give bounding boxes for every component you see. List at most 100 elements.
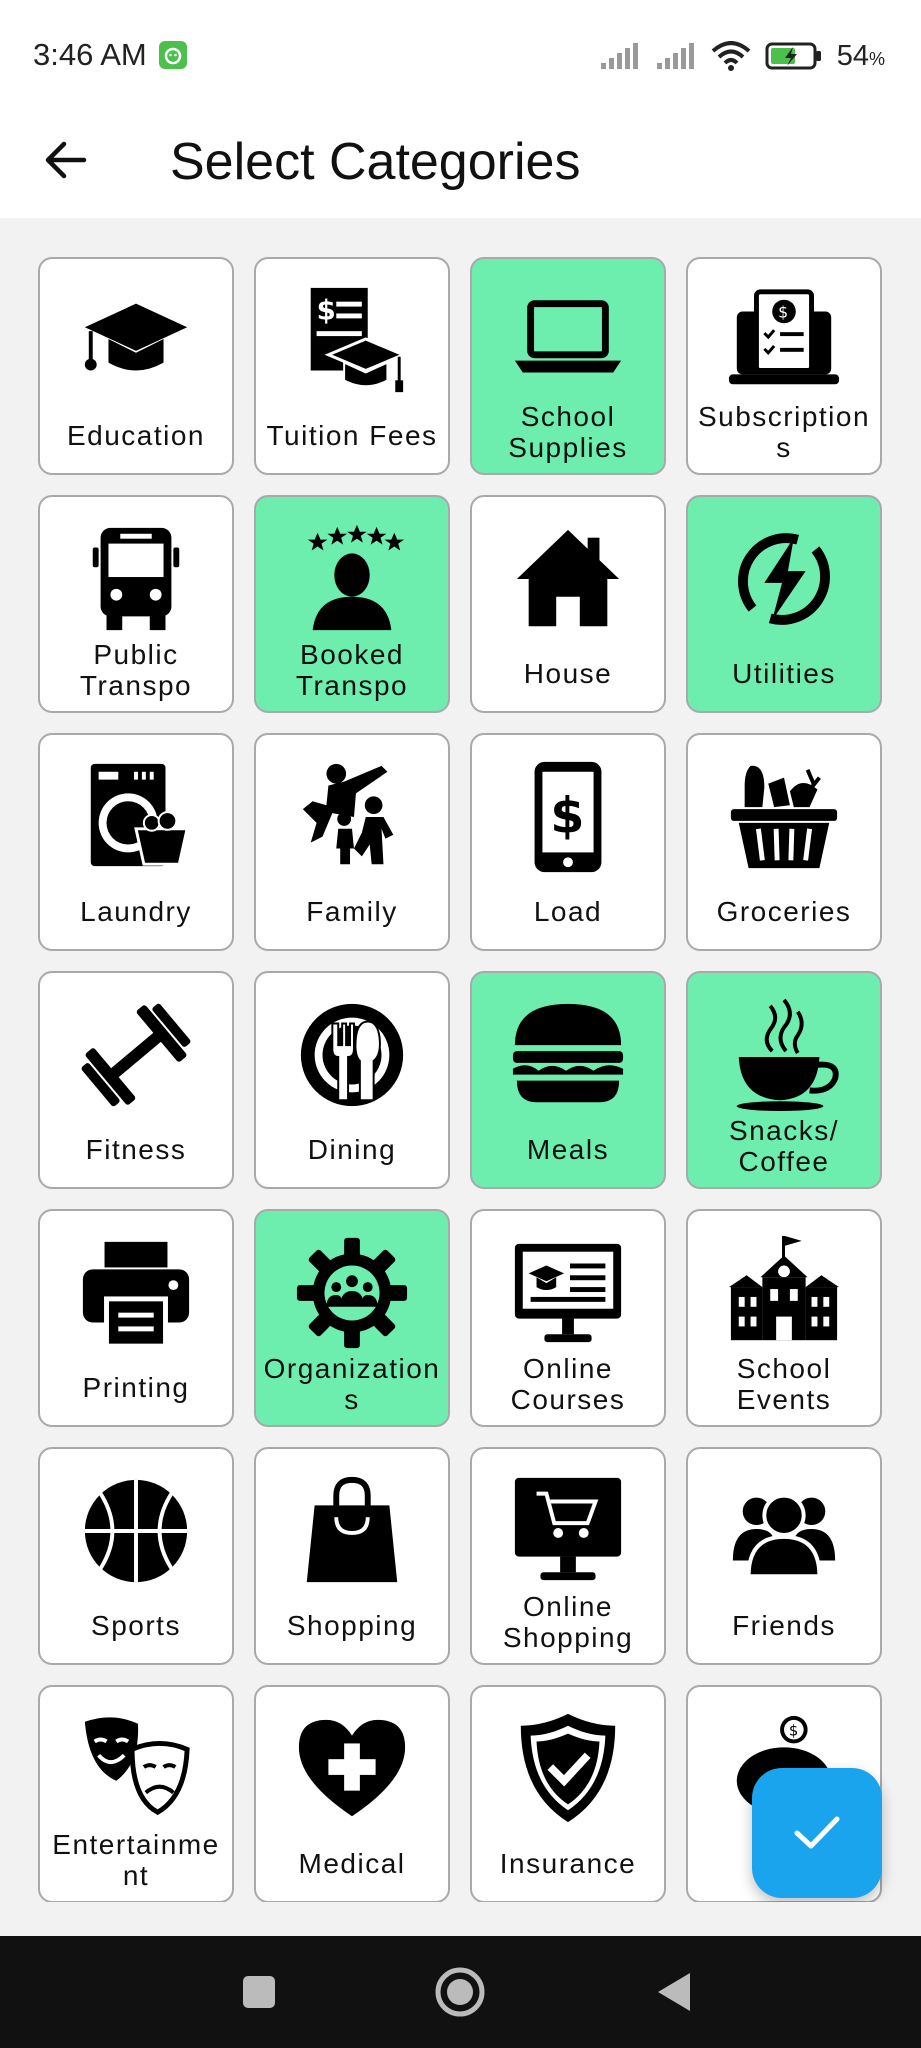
signal-icon: [600, 43, 638, 69]
laptop-icon: [506, 279, 630, 403]
back-button[interactable]: [34, 128, 98, 192]
category-tile-tuition-fees[interactable]: $ Tuition Fees: [254, 257, 450, 475]
category-label: Load: [533, 896, 603, 927]
category-label: Sports: [91, 1610, 181, 1641]
category-label: Tuition Fees: [266, 420, 438, 451]
category-tile-education[interactable]: Education: [38, 257, 234, 475]
category-label: Booked Transpo: [295, 639, 409, 701]
category-tile-entertainme-nt[interactable]: Entertainme nt: [38, 1685, 234, 1903]
printer-icon: [74, 1231, 198, 1355]
category-label: Dining: [307, 1134, 397, 1165]
battery-percent: 54%: [836, 39, 885, 72]
category-tile-laundry[interactable]: Laundry: [38, 733, 234, 951]
category-label: Online Shopping: [502, 1591, 634, 1653]
basketball-icon: [74, 1469, 198, 1593]
dumbbell-icon: [74, 993, 198, 1117]
family-icon: [290, 755, 414, 879]
category-tile-medical[interactable]: Medical: [254, 1685, 450, 1903]
category-label: Friends: [732, 1610, 836, 1641]
category-tile-online-courses[interactable]: Online Courses: [470, 1209, 666, 1427]
category-label: Entertainme nt: [52, 1829, 220, 1891]
status-bar: 3:46 AM 54%: [0, 0, 921, 110]
home-button[interactable]: [430, 1962, 490, 2022]
category-tile-online-shopping[interactable]: Online Shopping: [470, 1447, 666, 1665]
category-tile-shopping[interactable]: Shopping: [254, 1447, 450, 1665]
category-label: Medical: [298, 1848, 406, 1879]
bus-icon: [74, 517, 198, 641]
school-building-icon: [722, 1231, 846, 1355]
svg-text:$: $: [789, 1723, 798, 1740]
recent-apps-button[interactable]: [229, 1962, 289, 2022]
category-label: House: [523, 658, 613, 689]
category-tile-utilities[interactable]: Utilities: [686, 495, 882, 713]
category-tile-school-events[interactable]: School Events: [686, 1209, 882, 1427]
phone-dollar-icon: $: [506, 755, 630, 879]
category-label: School Events: [736, 1353, 832, 1415]
svg-text:$: $: [317, 294, 336, 326]
grocery-basket-icon: [722, 755, 846, 879]
category-label: Education: [66, 420, 206, 451]
page-title: Select Categories: [170, 133, 581, 191]
category-tile-sports[interactable]: Sports: [38, 1447, 234, 1665]
category-tile-printing[interactable]: Printing: [38, 1209, 234, 1427]
subscription-device-icon: $: [722, 279, 846, 403]
system-nav-bar: [0, 1936, 921, 2048]
lightning-icon: [722, 517, 846, 641]
back-nav-button[interactable]: [644, 1962, 704, 2022]
category-tile-school-supplies[interactable]: School Supplies: [470, 257, 666, 475]
category-label: Laundry: [80, 896, 192, 927]
shield-check-icon: [506, 1707, 630, 1831]
category-label: School Supplies: [508, 401, 628, 463]
category-label: Groceries: [716, 896, 852, 927]
confirm-button[interactable]: [752, 1768, 882, 1898]
burger-icon: [506, 993, 630, 1117]
driver-rating-icon: [290, 517, 414, 641]
signal-icon: [656, 43, 694, 69]
back-icon: [658, 1973, 690, 2011]
category-label: Printing: [82, 1372, 190, 1403]
category-tile-meals[interactable]: Meals: [470, 971, 666, 1189]
category-label: Insurance: [499, 1848, 637, 1879]
content-bottom-edge: [0, 1902, 921, 1936]
battery-charging-icon: [765, 42, 821, 70]
status-indicators: 54%: [599, 36, 885, 76]
category-tile-insurance[interactable]: Insurance: [470, 1685, 666, 1903]
category-tile-organization-s[interactable]: Organization s: [254, 1209, 450, 1427]
category-tile-friends[interactable]: Friends: [686, 1447, 882, 1665]
heart-plus-icon: [290, 1707, 414, 1831]
category-grid: Education $ Tuition Fees School Supplies $ Su…: [38, 257, 884, 1903]
theater-masks-icon: [74, 1707, 198, 1831]
category-tile-load[interactable]: $ Load: [470, 733, 666, 951]
svg-text:$: $: [550, 787, 584, 845]
arrow-left-icon: [45, 141, 87, 179]
online-course-icon: [506, 1231, 630, 1355]
category-tile-house[interactable]: House: [470, 495, 666, 713]
tuition-document-icon: $: [290, 279, 414, 403]
recent-apps-icon: [243, 1976, 275, 2008]
monitor-cart-icon: [506, 1469, 630, 1593]
category-tile-snacks-coffee[interactable]: Snacks/ Coffee: [686, 971, 882, 1189]
category-tile-public-transpo[interactable]: Public Transpo: [38, 495, 234, 713]
category-tile-fitness[interactable]: Fitness: [38, 971, 234, 1189]
house-icon: [506, 517, 630, 641]
svg-text:$: $: [778, 302, 788, 321]
category-label: Snacks/ Coffee: [728, 1115, 840, 1177]
category-tile-family[interactable]: Family: [254, 733, 450, 951]
category-tile-booked-transpo[interactable]: Booked Transpo: [254, 495, 450, 713]
category-tile-subscription-s[interactable]: $ Subscription s: [686, 257, 882, 475]
organization-gear-icon: [290, 1231, 414, 1355]
shopping-bag-icon: [290, 1469, 414, 1593]
category-tile-groceries[interactable]: Groceries: [686, 733, 882, 951]
plate-utensils-icon: [290, 993, 414, 1117]
home-icon: [435, 1967, 485, 2017]
category-label: Subscription s: [697, 401, 871, 463]
graduation-cap-icon: [74, 279, 198, 403]
category-tile-dining[interactable]: Dining: [254, 971, 450, 1189]
app-bar: Select Categories: [0, 110, 921, 218]
category-label: Shopping: [286, 1610, 418, 1641]
category-label: Online Courses: [510, 1353, 626, 1415]
people-group-icon: [722, 1469, 846, 1593]
app-notification-icon: [159, 41, 187, 69]
status-time: 3:46 AM: [33, 37, 147, 72]
category-label: Fitness: [85, 1134, 187, 1165]
